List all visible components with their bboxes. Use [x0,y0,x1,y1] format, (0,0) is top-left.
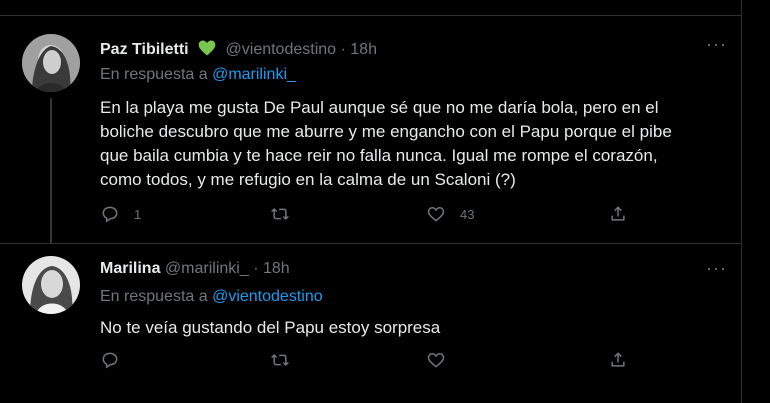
share-icon [611,206,625,221]
retweet-button[interactable] [270,350,304,370]
retweet-icon [271,207,289,221]
timestamp[interactable]: 18h [263,260,290,277]
tweet-header: Paz Tibiletti @vientodestino · 18h [100,38,377,63]
like-button[interactable] [426,350,460,370]
reply-mention-link[interactable]: @vientodestino [212,288,323,305]
reply-prefix: En respuesta a [100,288,208,305]
more-icon[interactable]: ··· [706,34,727,55]
tweet-text: No te veía gustando del Papu estoy sorpr… [100,318,441,337]
avatar[interactable] [22,34,80,92]
retweet-icon [271,353,289,367]
reply-icon [102,206,118,223]
scrollbar[interactable] [756,0,770,403]
share-button[interactable] [608,350,628,370]
reply-count: 1 [134,206,142,222]
reply-icon [102,352,118,369]
timeline-column: Paz Tibiletti @vientodestino · 18h ··· E… [0,0,742,403]
like-button[interactable]: 43 [426,204,474,224]
reply-button[interactable] [100,350,134,370]
separator-dot: · [253,260,259,277]
reply-mention-link[interactable]: @marilinki_ [212,66,296,83]
tweet[interactable]: Marilina @marilinki_ · 18h ··· En respue… [0,244,742,403]
separator-dot: · [340,41,346,58]
avatar[interactable] [22,256,80,314]
thread-line [50,98,52,244]
share-icon [611,352,625,367]
more-icon[interactable]: ··· [706,258,727,279]
author-handle[interactable]: @marilinki_ [165,260,249,277]
tweet-text: En la playa me gusta De Paul aunque sé q… [100,98,672,189]
reply-button[interactable]: 1 [100,204,141,224]
author-name[interactable]: Paz Tibiletti [100,41,189,58]
retweet-button[interactable] [270,204,304,224]
tweet-header: Marilina @marilinki_ · 18h [100,260,290,278]
author-handle[interactable]: @vientodestino [226,41,337,58]
reply-prefix: En respuesta a [100,66,208,83]
green-heart-icon [197,38,217,63]
reply-context: En respuesta a @marilinki_ [100,66,296,84]
like-count: 43 [460,206,475,222]
timestamp[interactable]: 18h [350,41,377,58]
reply-context: En respuesta a @vientodestino [100,288,323,306]
like-icon [427,206,445,222]
tweet[interactable]: Paz Tibiletti @vientodestino · 18h ··· E… [0,16,742,244]
author-name[interactable]: Marilina [100,260,160,277]
tweet-actions [100,350,640,374]
share-button[interactable] [608,204,628,224]
like-icon [427,352,445,368]
tweet-actions: 1 43 [100,204,640,228]
